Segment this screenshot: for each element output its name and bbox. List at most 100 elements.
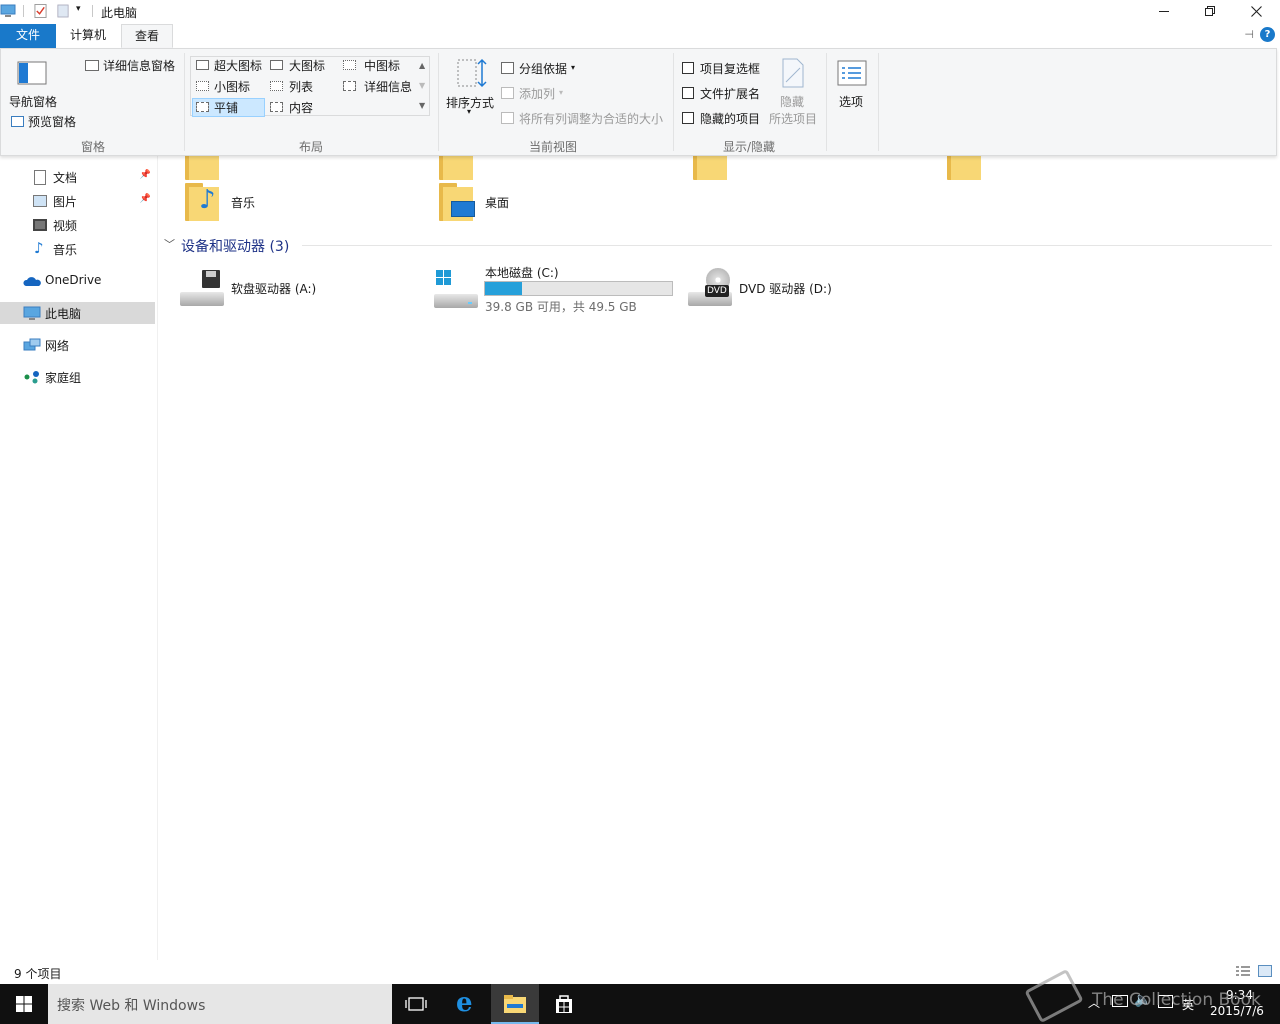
tab-computer[interactable]: 计算机 [57, 24, 119, 48]
large-icons-view-icon[interactable] [1258, 965, 1272, 977]
drive-label: 本地磁盘 (C:) [485, 266, 559, 280]
help-icon[interactable]: ? [1260, 27, 1275, 42]
local-disk-icon [434, 270, 478, 310]
hide-selected-items-line2: 所选项目 [769, 112, 818, 126]
drive-item-floppy[interactable]: 软盘驱动器 (A:) [178, 264, 418, 314]
gallery-more-icon[interactable]: ▼ [419, 101, 425, 110]
size-all-columns-icon [501, 112, 514, 124]
drive-item-dvd[interactable]: DVD DVD 驱动器 (D:) [686, 264, 926, 314]
options-button[interactable]: 选项 [839, 93, 863, 110]
documents-icon [34, 170, 46, 185]
drive-capacity-bar [484, 281, 673, 296]
nav-item-onedrive[interactable]: OneDrive [0, 270, 155, 292]
drive-free-space: 39.8 GB 可用，共 49.5 GB [485, 300, 637, 314]
start-button[interactable] [0, 984, 48, 1024]
gallery-scroll-up-icon[interactable]: ▲ [419, 61, 425, 70]
nav-item-pictures[interactable]: 图片 📌 [0, 190, 155, 212]
drive-label: DVD 驱动器 (D:) [739, 282, 832, 296]
large-icons-icon [270, 60, 283, 70]
nav-item-label: 图片 [53, 195, 78, 209]
item-count: 9 个项目 [14, 967, 62, 981]
floppy-drive-icon [180, 268, 224, 308]
new-folder-icon[interactable] [57, 3, 69, 19]
tab-view[interactable]: 查看 [121, 24, 173, 48]
dvd-drive-icon: DVD [688, 268, 732, 308]
pin-ribbon-icon[interactable]: ⊣ [1244, 28, 1254, 41]
hide-selected-items-button[interactable]: 隐藏 [780, 93, 804, 110]
task-view-icon [405, 997, 427, 1011]
file-extensions-checkbox[interactable] [682, 87, 694, 99]
nav-item-this-pc[interactable]: 此电脑 [0, 302, 155, 324]
nav-item-documents[interactable]: 文档 📌 [0, 166, 155, 188]
devices-section-title: 设备和驱动器 (3) [181, 239, 290, 255]
nav-item-label: 网络 [45, 339, 70, 353]
layout-small-icons[interactable]: 小图标 [214, 78, 250, 95]
group-separator [673, 53, 674, 151]
this-pc-icon [0, 4, 16, 17]
edge-taskbar-button[interactable]: e [442, 984, 490, 1024]
minimize-button[interactable] [1141, 0, 1187, 22]
ribbon-tabs: 文件 计算机 查看 ⊣ ? [0, 23, 1280, 48]
restore-button[interactable] [1187, 0, 1233, 22]
layout-details[interactable]: 详细信息 [364, 78, 412, 95]
group-label-layout: 布局 [298, 140, 323, 154]
layout-list[interactable]: 列表 [289, 78, 313, 95]
close-button[interactable] [1233, 0, 1279, 22]
homegroup-icon [24, 371, 39, 384]
folder-item-desktop[interactable]: 桌面 [434, 180, 674, 224]
layout-content[interactable]: 内容 [289, 99, 313, 116]
details-pane-button[interactable]: 详细信息窗格 [103, 57, 175, 74]
hidden-items-label: 隐藏的项目 [700, 112, 761, 126]
tab-file[interactable]: 文件 [0, 24, 56, 48]
pane-divider[interactable] [157, 156, 158, 960]
nav-item-music[interactable]: ♪ 音乐 [0, 238, 155, 260]
nav-item-network[interactable]: 网络 [0, 334, 155, 356]
store-taskbar-button[interactable] [540, 984, 588, 1024]
taskbar-search-input[interactable]: 搜索 Web 和 Windows [48, 984, 392, 1024]
music-icon: ♪ [34, 239, 44, 257]
folder-item-music[interactable]: ♪ 音乐 [180, 180, 420, 224]
details-pane-icon [85, 60, 99, 71]
size-all-columns-button[interactable]: 将所有列调整为合适的大小 [519, 110, 663, 127]
restore-icon [1205, 6, 1215, 16]
group-separator [826, 53, 827, 151]
taskbar: 搜索 Web 和 Windows e ︿ 🔈 英 9:34 2015/7/6 [0, 968, 1280, 1024]
layout-tiles[interactable]: 平铺 [214, 99, 238, 116]
nav-item-videos[interactable]: 视频 [0, 214, 155, 236]
preview-pane-button[interactable]: 预览窗格 [28, 113, 76, 130]
item-checkboxes-checkbox[interactable] [682, 62, 694, 74]
network-icon [23, 338, 41, 351]
ribbon-view: 导航窗格 预览窗格 详细信息窗格 窗格 超大图标 大图标 中图标 小图标 列表 … [0, 48, 1277, 156]
gallery-scroll-down-icon[interactable]: ▼ [419, 81, 425, 90]
chevron-down-icon: ﹀ [164, 238, 175, 251]
nav-item-label: 家庭组 [45, 371, 82, 385]
quick-access-dropdown-icon[interactable]: ▾ [76, 4, 81, 14]
layout-large-icons[interactable]: 大图标 [289, 57, 325, 74]
drive-capacity-fill [485, 282, 522, 295]
watermark-text: The Collection Book [1092, 990, 1261, 1010]
group-label-panes: 窗格 [80, 140, 105, 154]
group-separator [878, 53, 879, 151]
minimize-icon [1159, 10, 1169, 12]
navigation-pane-button[interactable]: 导航窗格 [9, 93, 57, 110]
group-label-current-view: 当前视图 [528, 140, 577, 154]
group-separator [184, 53, 185, 151]
details-view-icon[interactable] [1235, 965, 1251, 977]
add-column-button[interactable]: 添加列 [519, 85, 555, 102]
folder-label: 音乐 [231, 196, 256, 210]
layout-extra-large-icons[interactable]: 超大图标 [214, 57, 262, 74]
hidden-items-checkbox[interactable] [682, 112, 694, 124]
nav-item-homegroup[interactable]: 家庭组 [0, 366, 155, 388]
file-explorer-taskbar-button[interactable] [491, 984, 539, 1024]
group-by-button[interactable]: 分组依据 [519, 60, 567, 77]
task-view-button[interactable] [392, 984, 440, 1024]
sort-by-icon [457, 58, 487, 88]
small-icons-icon [196, 81, 209, 91]
close-icon [1250, 5, 1262, 17]
item-checkboxes-label: 项目复选框 [700, 62, 761, 76]
dvd-badge: DVD [705, 285, 729, 297]
group-separator [438, 53, 439, 151]
navigation-pane-icon [17, 61, 47, 85]
layout-medium-icons[interactable]: 中图标 [364, 57, 400, 74]
properties-icon[interactable] [34, 3, 47, 19]
